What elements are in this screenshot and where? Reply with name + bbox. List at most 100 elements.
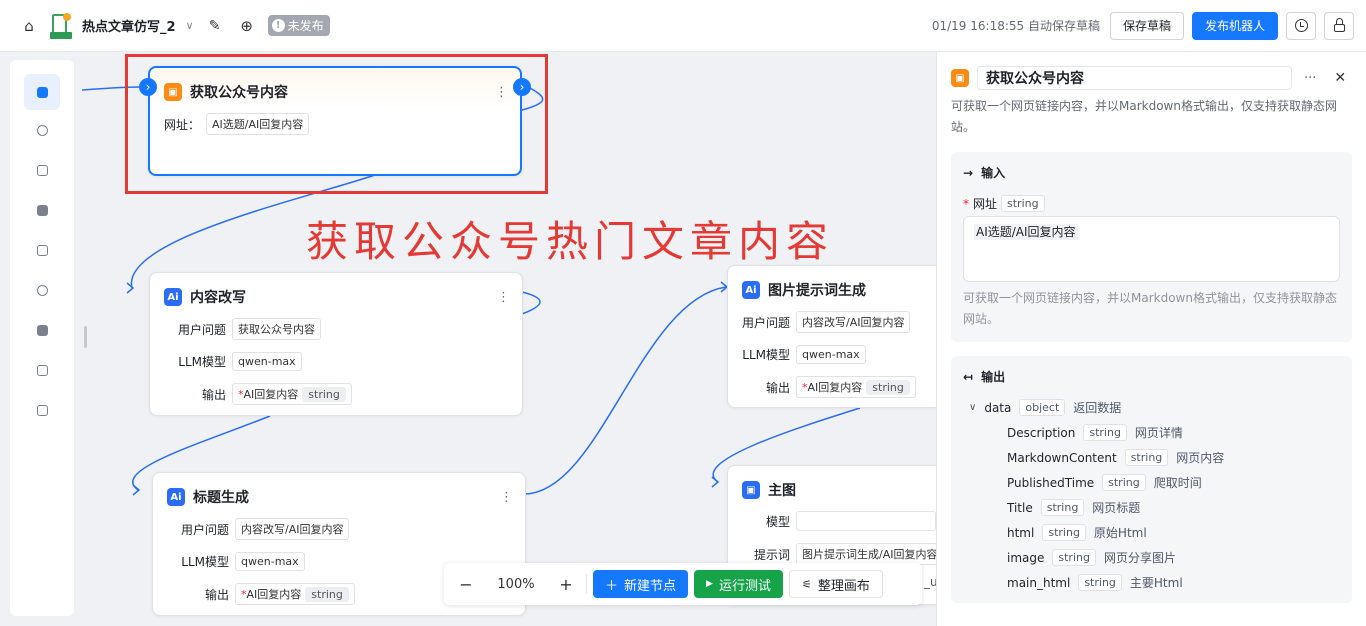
chevron-down-icon[interactable]: ∨ <box>186 19 194 32</box>
home-icon[interactable]: ⌂ <box>18 15 40 37</box>
output-name: MarkdownContent <box>1007 450 1117 465</box>
output-name: PublishedTime <box>1007 475 1095 490</box>
rail-item-3[interactable] <box>24 152 60 188</box>
checklist-icon <box>36 364 48 376</box>
rail-item-4[interactable] <box>24 192 60 228</box>
output-desc: 爬取时间 <box>1153 476 1202 490</box>
output-field-row: html string 原始Html <box>1007 520 1340 545</box>
edit-icon[interactable]: ✎ <box>204 15 226 37</box>
output-field-row: Description string 网页详情 <box>1007 420 1340 445</box>
input-arrow-icon: → <box>963 165 974 180</box>
resize-handle[interactable] <box>84 326 87 348</box>
more-icon[interactable]: ⋮ <box>497 290 510 305</box>
clock-icon <box>36 284 48 296</box>
image-icon <box>36 164 48 176</box>
clock-icon <box>36 124 48 136</box>
node-description: 可获取一个网页链接内容，并以Markdown格式输出，仅支持获取静态网站。 <box>951 99 1337 134</box>
field-label: 提示词 <box>753 547 790 562</box>
publish-button[interactable]: 发布机器人 <box>1191 11 1278 40</box>
node-content-rewrite[interactable]: Ai 内容改写 ⋮ 用户问题 获取公众号内容 LLM模型 qwen-max 输出 *A… <box>149 272 523 416</box>
type-tag: string <box>1102 474 1146 491</box>
node-image-prompt[interactable]: Ai 图片提示词生成 用户问题 内容改写/AI回复内容 LLM模型 qwen-max… <box>727 265 967 408</box>
output-tag: *AI回复内容 string <box>232 383 352 405</box>
type-tag: string <box>1001 195 1045 212</box>
save-draft-button[interactable]: 保存草稿 <box>1109 11 1184 40</box>
autosave-status: 01/19 16:18:55 自动保存草稿 <box>931 19 1100 33</box>
ai-icon: Ai <box>167 488 185 506</box>
output-desc: 返回数据 <box>1073 401 1122 415</box>
rail-item-nodes[interactable] <box>24 74 60 110</box>
output-name: data <box>984 400 1012 415</box>
output-arrow-icon: ↤ <box>963 369 974 384</box>
lock-button[interactable] <box>1324 11 1354 40</box>
run-test-button[interactable]: ▶ 运行测试 <box>694 570 783 598</box>
output-name: html <box>1007 525 1035 540</box>
field-label: LLM模型 <box>178 355 226 369</box>
field-label: 输出 <box>765 380 790 395</box>
document-icon <box>36 404 48 416</box>
output-desc: 原始Html <box>1093 526 1147 540</box>
more-icon[interactable]: ⋮ <box>500 490 513 505</box>
field-value-tag: 内容改写/AI回复内容 <box>796 311 911 333</box>
output-desc: 网页详情 <box>1134 426 1183 440</box>
node-title: 主图 <box>768 483 796 499</box>
field-label: 网址 <box>973 197 998 211</box>
toolbox-icon: ▣ <box>951 69 969 87</box>
annotation-text: 获取公众号热门文章内容 <box>306 217 835 266</box>
field-label: 输出 <box>201 387 226 402</box>
canvas-toolbar: − 100% + ＋ 新建节点 ▶ 运行测试 ⚟ 整理画布 <box>444 563 922 605</box>
type-tag: string <box>1078 574 1122 591</box>
output-field-row: main_html string 主要Html <box>1007 570 1340 595</box>
output-field-row: Title string 网页标题 <box>1007 495 1340 520</box>
field-label: 用户问题 <box>180 522 229 537</box>
image-icon: ▣ <box>742 481 760 499</box>
node-name-input[interactable]: 获取公众号内容 <box>977 66 1292 90</box>
node-title: 标题生成 <box>193 490 249 506</box>
highlight-box <box>125 54 548 194</box>
section-title: 输出 <box>981 370 1006 384</box>
arrowhead <box>126 282 135 294</box>
stack-icon <box>36 86 48 98</box>
output-desc: 网页标题 <box>1092 501 1141 515</box>
node-title: 图片提示词生成 <box>768 283 866 299</box>
type-tag: string <box>302 387 346 402</box>
rail-item-5[interactable] <box>24 232 60 268</box>
input-section: → 输入 * 网址 string AI选题/AI回复内容 可获取一个网页链接内容，并以… <box>951 152 1352 342</box>
rail-item-7[interactable] <box>24 312 60 348</box>
rail-item-6[interactable] <box>24 272 60 308</box>
arrowhead <box>132 484 141 496</box>
plus-icon: ＋ <box>605 578 619 594</box>
output-name: Title <box>1007 500 1033 515</box>
field-value-tag: 获取公众号内容 <box>232 318 321 340</box>
output-value: AI回复内容 <box>807 381 863 394</box>
chevron-down-icon[interactable]: ∨ <box>969 402 976 413</box>
close-icon[interactable]: ✕ <box>1334 70 1346 86</box>
zoom-in-button[interactable]: + <box>552 575 580 594</box>
url-input[interactable]: AI选题/AI回复内容 <box>963 216 1340 282</box>
output-value: AI回复内容 <box>246 588 302 601</box>
output-desc: 网页内容 <box>1176 451 1225 465</box>
ai-icon: Ai <box>164 288 182 306</box>
output-root-row[interactable]: ∨ data object 返回数据 <box>963 395 1340 420</box>
chart-icon <box>36 324 48 336</box>
output-desc: 网页分享图片 <box>1103 551 1176 565</box>
more-icon[interactable]: ··· <box>1304 71 1316 86</box>
add-circle-icon[interactable]: ⊕ <box>236 15 258 37</box>
rail-item-9[interactable] <box>24 392 60 428</box>
field-value-tag <box>796 511 936 531</box>
arrange-label: 整理画布 <box>817 578 870 594</box>
output-desc: 主要Html <box>1129 576 1183 590</box>
field-label: 模型 <box>765 514 790 529</box>
new-node-button[interactable]: ＋ 新建节点 <box>593 570 689 598</box>
new-node-label: 新建节点 <box>624 578 677 594</box>
rail-item-8[interactable] <box>24 352 60 388</box>
alert-icon <box>36 204 48 216</box>
field-value-tag: 内容改写/AI回复内容 <box>235 518 350 540</box>
arrange-canvas-button[interactable]: ⚟ 整理画布 <box>788 570 883 598</box>
output-value: AI回复内容 <box>243 388 299 401</box>
run-test-label: 运行测试 <box>718 578 771 594</box>
zoom-out-button[interactable]: − <box>452 575 480 594</box>
rail-item-2[interactable] <box>24 112 60 148</box>
history-button[interactable] <box>1286 11 1316 40</box>
app-logo <box>50 12 72 39</box>
